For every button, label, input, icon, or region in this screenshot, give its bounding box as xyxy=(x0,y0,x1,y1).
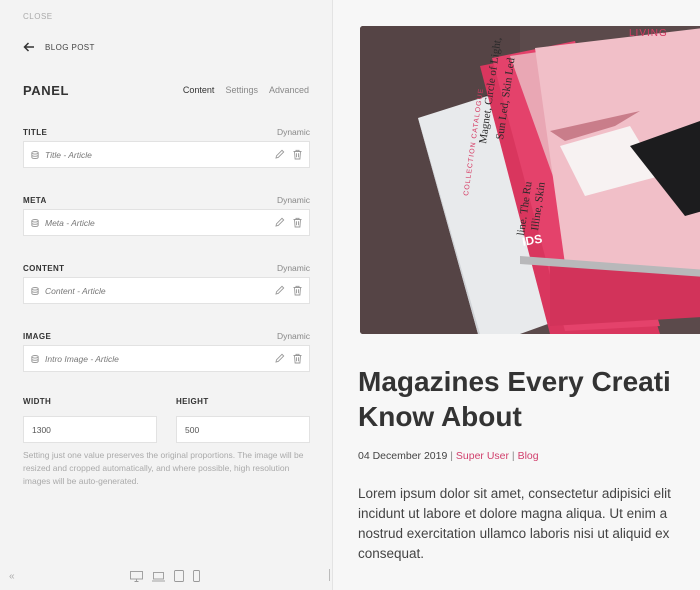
panel-title: PANEL xyxy=(23,83,70,98)
article-body: Lorem ipsum dolor sit amet, consectetur … xyxy=(358,484,700,564)
database-icon xyxy=(31,150,39,159)
content-field: CONTENT Dynamic Content - Article xyxy=(23,262,310,304)
dynamic-toggle[interactable]: Dynamic xyxy=(277,127,310,137)
article-image: LIVING COLLECTION CATALOGUE Magnet, Circ… xyxy=(360,26,700,334)
pencil-icon[interactable] xyxy=(274,353,285,364)
article-title-line: Know About xyxy=(358,401,522,432)
resize-handle[interactable] xyxy=(329,569,331,581)
meta-separator: | xyxy=(450,450,453,462)
body-line: consequat. xyxy=(358,546,425,561)
device-switcher xyxy=(130,570,200,582)
back-label: BLOG POST xyxy=(45,42,95,52)
tab-content[interactable]: Content xyxy=(183,85,215,95)
meta-separator: | xyxy=(511,450,515,462)
meta-source-input[interactable]: Meta - Article xyxy=(23,209,310,236)
body-line: nostrud exercitation ullamco laboris nis… xyxy=(358,526,670,541)
height-label: HEIGHT xyxy=(176,397,209,406)
article-meta: 04 December 2019 | Super User | Blog xyxy=(358,450,539,462)
back-button[interactable]: BLOG POST xyxy=(23,41,95,53)
trash-icon[interactable] xyxy=(292,149,303,160)
pencil-icon[interactable] xyxy=(274,285,285,296)
category-link[interactable]: Blog xyxy=(518,450,539,462)
collapse-button[interactable]: « xyxy=(9,571,15,582)
customizer-panel: CLOSE BLOG POST PANEL Content Settings A… xyxy=(0,0,333,590)
image-field: IMAGE Dynamic Intro Image - Article xyxy=(23,330,310,372)
database-icon xyxy=(31,286,39,295)
dynamic-toggle[interactable]: Dynamic xyxy=(277,331,310,341)
panel-tabs: Content Settings Advanced xyxy=(183,85,309,95)
width-label: WIDTH xyxy=(23,397,52,406)
article-title-line: Magazines Every Creati xyxy=(358,366,671,397)
field-value: Meta - Article xyxy=(45,217,95,228)
database-icon xyxy=(31,354,39,363)
content-source-input[interactable]: Content - Article xyxy=(23,277,310,304)
author-link[interactable]: Super User xyxy=(456,450,509,462)
close-button[interactable]: CLOSE xyxy=(23,12,53,21)
body-line: Lorem ipsum dolor sit amet, consectetur … xyxy=(358,486,671,501)
field-value: Content - Article xyxy=(45,285,106,296)
width-input[interactable] xyxy=(23,416,157,443)
trash-icon[interactable] xyxy=(292,285,303,296)
field-value: Intro Image - Article xyxy=(45,353,119,364)
trash-icon[interactable] xyxy=(292,353,303,364)
tablet-icon[interactable] xyxy=(174,570,184,582)
image-source-input[interactable]: Intro Image - Article xyxy=(23,345,310,372)
article-title: Magazines Every Creati Know About xyxy=(358,364,700,434)
tab-advanced[interactable]: Advanced xyxy=(269,85,309,95)
field-label: IMAGE xyxy=(23,331,52,341)
field-label: META xyxy=(23,195,47,205)
field-value: Title - Article xyxy=(45,149,92,160)
desktop-icon[interactable] xyxy=(130,571,143,582)
dynamic-toggle[interactable]: Dynamic xyxy=(277,263,310,273)
laptop-icon[interactable] xyxy=(152,572,165,582)
pencil-icon[interactable] xyxy=(274,149,285,160)
page-preview: LIVING COLLECTION CATALOGUE Magnet, Circ… xyxy=(334,0,700,590)
meta-field: META Dynamic Meta - Article xyxy=(23,194,310,236)
tab-settings[interactable]: Settings xyxy=(225,85,258,95)
trash-icon[interactable] xyxy=(292,217,303,228)
title-field: TITLE Dynamic Title - Article xyxy=(23,126,310,168)
field-label: CONTENT xyxy=(23,263,65,273)
phone-icon[interactable] xyxy=(193,570,200,582)
body-line: incidunt ut labore et dolore magna aliqu… xyxy=(358,506,668,521)
database-icon xyxy=(31,218,39,227)
title-source-input[interactable]: Title - Article xyxy=(23,141,310,168)
help-text: Setting just one value preserves the ori… xyxy=(23,450,304,486)
pencil-icon[interactable] xyxy=(274,217,285,228)
magazine-photo: LIVING COLLECTION CATALOGUE Magnet, Circ… xyxy=(360,26,700,334)
image-text-living: LIVING xyxy=(629,28,668,39)
dynamic-toggle[interactable]: Dynamic xyxy=(277,195,310,205)
height-input[interactable] xyxy=(176,416,310,443)
field-label: TITLE xyxy=(23,127,48,137)
arrow-left-icon xyxy=(23,42,34,52)
article-date: 04 December 2019 xyxy=(358,450,448,462)
